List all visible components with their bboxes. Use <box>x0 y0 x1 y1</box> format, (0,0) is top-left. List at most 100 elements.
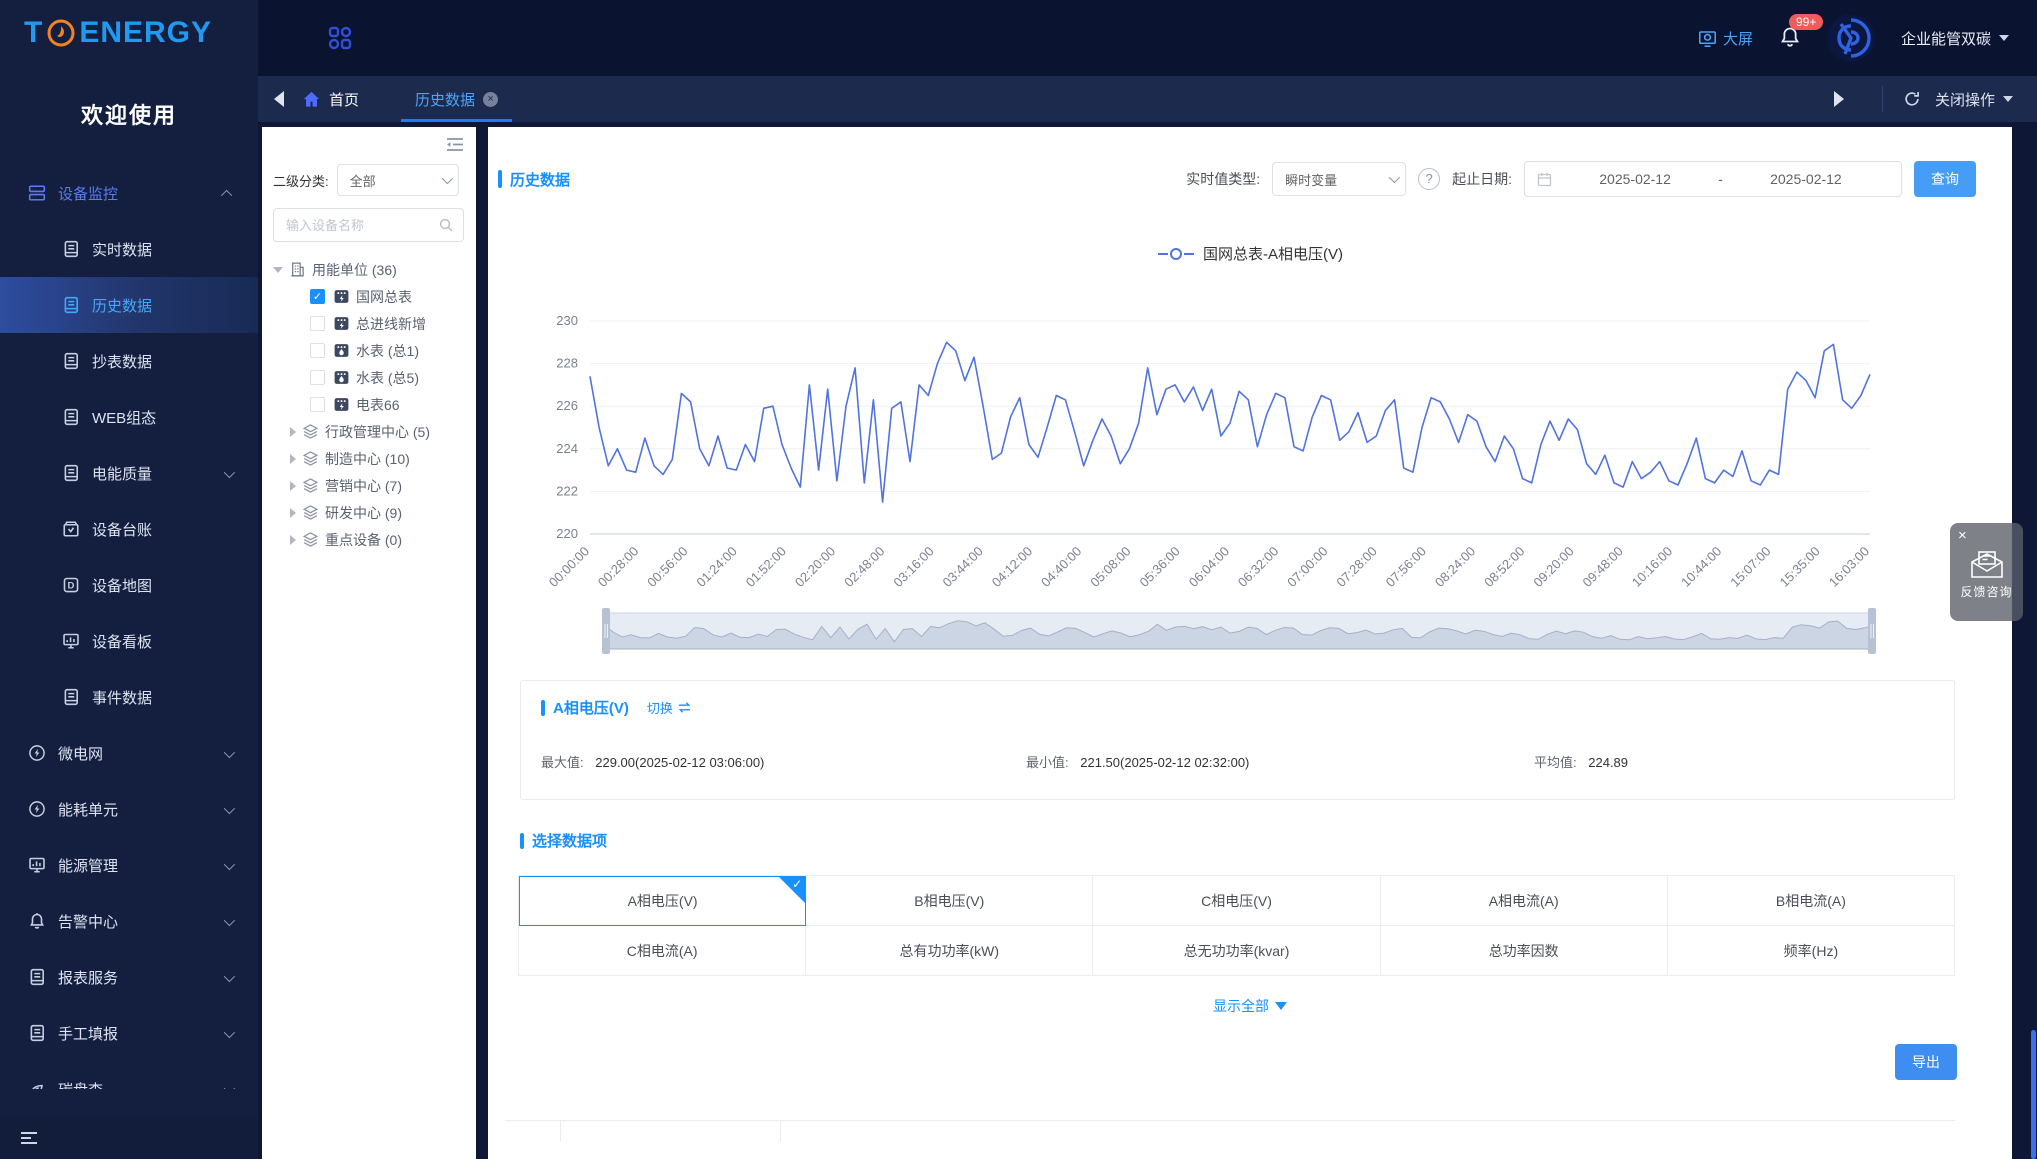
tree-group-营销中心 (7)[interactable]: 营销中心 (7) <box>273 472 464 499</box>
feedback-close-icon[interactable]: × <box>1958 527 1967 544</box>
chart-legend[interactable]: 国网总表-A相电压(V) <box>488 243 2012 264</box>
tab-history-data[interactable]: 历史数据 × <box>401 76 512 122</box>
sidebar-item-能源管理[interactable]: 能源管理 <box>0 837 258 893</box>
chart-datazoom-slider[interactable] <box>600 608 1878 654</box>
data-item-cell-总无功功率(kvar)[interactable]: 总无功功率(kvar) <box>1093 926 1380 976</box>
tree-device-label: 总进线新增 <box>356 314 426 334</box>
sidebar-item-碳盘查[interactable]: 碳盘查 <box>0 1061 258 1089</box>
tree-group-研发中心 (9)[interactable]: 研发中心 (9) <box>273 499 464 526</box>
tree-group-label: 制造中心 (10) <box>325 449 410 469</box>
x-axis-tick-label: 04:12:00 <box>989 544 1035 590</box>
device-checkbox[interactable]: ✓ <box>310 289 325 304</box>
caret-collapsed-icon[interactable] <box>290 508 296 518</box>
switch-series-link[interactable]: 切换 <box>647 698 692 717</box>
org-switcher[interactable]: 企业能管双碳 <box>1901 28 2009 49</box>
stat-avg: 平均值: 224.89 <box>1534 752 1954 771</box>
query-button[interactable]: 查询 <box>1914 161 1976 197</box>
sidebar-item-告警中心[interactable]: 告警中心 <box>0 893 258 949</box>
caret-collapsed-icon[interactable] <box>290 454 296 464</box>
help-icon[interactable]: ? <box>1418 168 1440 190</box>
data-item-cell-A相电压(V)[interactable]: A相电压(V)✓ <box>519 876 806 926</box>
data-item-cell-C相电压(V)[interactable]: C相电压(V) <box>1093 876 1380 926</box>
main-content: 历史数据 实时值类型: 瞬时变量 ? 起止日期: 2025-02-12 - 20… <box>488 127 2012 1159</box>
data-item-cell-总有功功率(kW)[interactable]: 总有功功率(kW) <box>806 926 1093 976</box>
avatar[interactable] <box>1827 14 1875 62</box>
sidebar-item-报表服务[interactable]: 报表服务 <box>0 949 258 1005</box>
data-item-cell-总功率因数[interactable]: 总功率因数 <box>1381 926 1668 976</box>
device-checkbox[interactable] <box>310 397 325 412</box>
caret-collapsed-icon[interactable] <box>290 535 296 545</box>
caret-expanded-icon[interactable] <box>273 267 283 273</box>
show-all-toggle[interactable]: 显示全部 <box>488 996 2012 1016</box>
tree-device-水表 (总5)[interactable]: 水表 (总5) <box>273 364 464 391</box>
date-to-value[interactable]: 2025-02-12 <box>1723 171 1889 187</box>
tree-group-label: 重点设备 (0) <box>325 530 402 550</box>
data-item-cell-B相电压(V)[interactable]: B相电压(V) <box>806 876 1093 926</box>
device-tree-panel: 二级分类: 全部 用能单位 (36)✓国网总表总进线新增水表 (总1)水表 (总… <box>262 127 476 1159</box>
data-item-cell-频率(Hz)[interactable]: 频率(Hz) <box>1668 926 1955 976</box>
menu-collapse-icon[interactable] <box>20 1131 38 1145</box>
datazoom-handle[interactable] <box>602 608 610 654</box>
caret-collapsed-icon[interactable] <box>290 481 296 491</box>
tree-device-总进线新增[interactable]: 总进线新增 <box>273 310 464 337</box>
category-select[interactable]: 全部 <box>337 164 459 196</box>
sidebar-item-历史数据[interactable]: 历史数据 <box>0 277 258 333</box>
data-item-cell-B相电流(A)[interactable]: B相电流(A) <box>1668 876 1955 926</box>
stats-card: A相电压(V) 切换 最大值: 229.00(2025-02-12 03:06:… <box>520 680 1955 800</box>
refresh-icon[interactable] <box>1903 90 1921 108</box>
tree-device-国网总表[interactable]: ✓国网总表 <box>273 283 464 310</box>
tree-group-行政管理中心 (5)[interactable]: 行政管理中心 (5) <box>273 418 464 445</box>
datazoom-handle[interactable] <box>1868 608 1876 654</box>
device-search-input[interactable] <box>284 217 439 234</box>
date-range-picker[interactable]: 2025-02-12 - 2025-02-12 <box>1524 161 1902 197</box>
app-window: T ENERGY 欢迎使用 设备监控实时数据历史数据抄表数据WEB组态电能质量设… <box>0 0 2037 1159</box>
value-type-select[interactable]: 瞬时变量 <box>1272 162 1406 196</box>
device-checkbox[interactable] <box>310 343 325 358</box>
tree-node-root[interactable]: 用能单位 (36) <box>273 256 464 283</box>
big-screen-button[interactable]: 大屏 <box>1698 28 1753 49</box>
tab-label: 历史数据 <box>415 89 475 110</box>
apps-grid-icon[interactable] <box>328 26 352 50</box>
tree-collapse-icon[interactable] <box>273 137 464 152</box>
tabs-scroll-left-button[interactable] <box>274 91 284 107</box>
sidebar-item-电能质量[interactable]: 电能质量 <box>0 445 258 501</box>
sidebar-item-设备地图[interactable]: D设备地图 <box>0 557 258 613</box>
sidebar: T ENERGY 欢迎使用 设备监控实时数据历史数据抄表数据WEB组态电能质量设… <box>0 0 258 1159</box>
data-item-cell-C相电流(A)[interactable]: C相电流(A) <box>519 926 806 976</box>
tree-group-制造中心 (10)[interactable]: 制造中心 (10) <box>273 445 464 472</box>
tree-group-重点设备 (0)[interactable]: 重点设备 (0) <box>273 526 464 553</box>
sidebar-item-事件数据[interactable]: 事件数据 <box>0 669 258 725</box>
server-icon <box>28 184 46 202</box>
leaf-icon <box>28 1080 46 1089</box>
date-from-value[interactable]: 2025-02-12 <box>1552 171 1718 187</box>
electric-meter-icon <box>333 396 350 413</box>
notifications-button[interactable]: 99+ <box>1779 26 1801 50</box>
map-icon: D <box>62 576 80 594</box>
sidebar-item-能耗单元[interactable]: 能耗单元 <box>0 781 258 837</box>
data-item-cell-A相电流(A)[interactable]: A相电流(A) <box>1381 876 1668 926</box>
sidebar-item-label: 设备台账 <box>92 519 152 540</box>
home-tab[interactable]: 首页 <box>302 89 359 110</box>
tab-close-icon[interactable]: × <box>483 92 498 107</box>
device-checkbox[interactable] <box>310 316 325 331</box>
sidebar-item-设备看板[interactable]: 设备看板 <box>0 613 258 669</box>
tree-device-电表66[interactable]: 电表66 <box>273 391 464 418</box>
data-item-label: A相电流(A) <box>1489 891 1559 911</box>
sidebar-item-设备台账[interactable]: 设备台账 <box>0 501 258 557</box>
caret-collapsed-icon[interactable] <box>290 427 296 437</box>
scrollbar-thumb[interactable] <box>2031 1030 2036 1159</box>
line-chart[interactable]: 23022822622422222000:00:0000:28:0000:56:… <box>488 264 2012 596</box>
feedback-widget[interactable]: × 反馈咨询 <box>1950 523 2023 621</box>
sidebar-item-抄表数据[interactable]: 抄表数据 <box>0 333 258 389</box>
tabs-scroll-right-button[interactable] <box>1834 91 1868 107</box>
tree-device-水表 (总1)[interactable]: 水表 (总1) <box>273 337 464 364</box>
sidebar-item-微电网[interactable]: 微电网 <box>0 725 258 781</box>
close-operations-dropdown[interactable]: 关闭操作 <box>1935 89 2013 110</box>
device-checkbox[interactable] <box>310 370 325 385</box>
sidebar-item-设备监控[interactable]: 设备监控 <box>0 165 258 221</box>
layers-icon <box>302 531 319 548</box>
sidebar-item-WEB组态[interactable]: WEB组态 <box>0 389 258 445</box>
export-button[interactable]: 导出 <box>1895 1044 1957 1080</box>
sidebar-item-手工填报[interactable]: 手工填报 <box>0 1005 258 1061</box>
sidebar-item-实时数据[interactable]: 实时数据 <box>0 221 258 277</box>
